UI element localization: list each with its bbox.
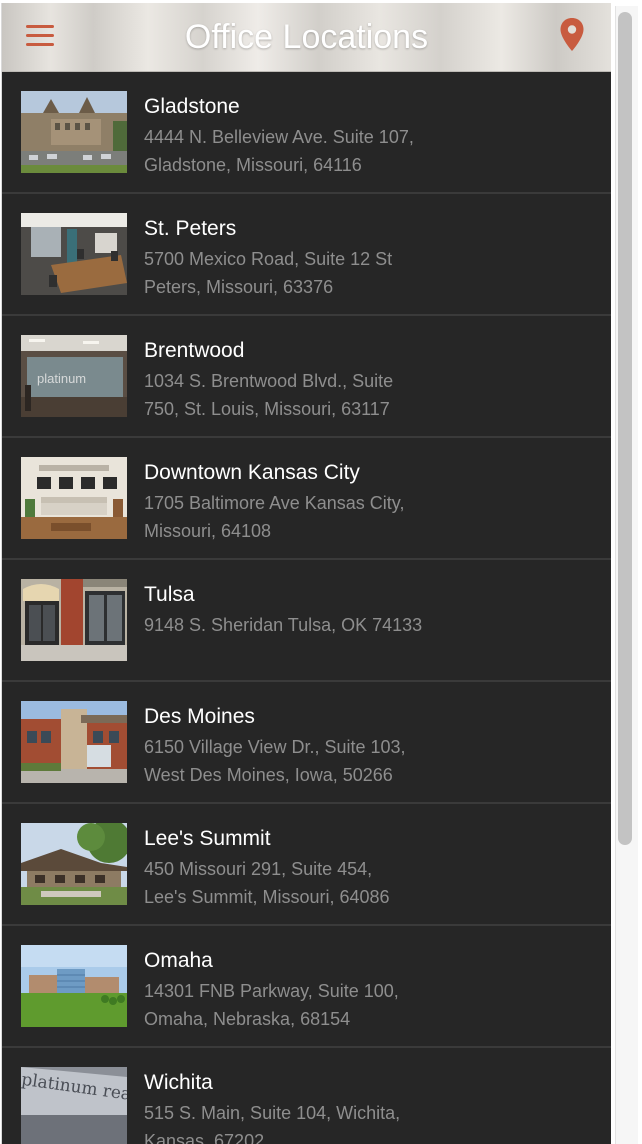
location-list-item[interactable]: platinum realty Wichita 515 S. Main, Sui… xyxy=(2,1048,611,1144)
location-photo xyxy=(21,701,127,783)
location-photo: platinum realty xyxy=(21,1067,127,1144)
location-name: Downtown Kansas City xyxy=(144,461,360,484)
address-line-1: 9148 S. Sheridan Tulsa, OK 74133 xyxy=(144,615,423,635)
location-list-item[interactable]: Lee's Summit 450 Missouri 291, Suite 454… xyxy=(2,804,611,926)
location-list: Gladstone 4444 N. Belleview Ave. Suite 1… xyxy=(2,72,611,1144)
address-line-2: Lee's Summit, Missouri, 64086 xyxy=(144,887,390,907)
location-address: 4444 N. Belleview Ave. Suite 107, Gladst… xyxy=(144,123,474,179)
location-photo xyxy=(21,91,127,173)
location-list-item[interactable]: Tulsa 9148 S. Sheridan Tulsa, OK 74133 xyxy=(2,560,611,682)
location-list-item[interactable]: platinum Brentwood 1034 S. Brentwood Blv… xyxy=(2,316,611,438)
address-line-1: 1034 S. Brentwood Blvd., Suite xyxy=(144,371,394,391)
location-name: Gladstone xyxy=(144,95,240,118)
address-line-1: 14301 FNB Parkway, Suite 100, xyxy=(144,981,399,1001)
location-address: 1705 Baltimore Ave Kansas City, Missouri… xyxy=(144,489,474,545)
scrollbar-thumb[interactable] xyxy=(618,12,632,845)
location-name: St. Peters xyxy=(144,217,237,240)
location-photo xyxy=(21,457,127,539)
location-address: 515 S. Main, Suite 104, Wichita, Kansas,… xyxy=(144,1099,474,1144)
address-line-1: 515 S. Main, Suite 104, Wichita, xyxy=(144,1103,401,1123)
location-address: 1034 S. Brentwood Blvd., Suite 750, St. … xyxy=(144,367,474,423)
address-line-1: 450 Missouri 291, Suite 454, xyxy=(144,859,373,879)
page-title: Office Locations xyxy=(184,18,429,56)
address-line-2: Kansas, 67202 xyxy=(144,1131,265,1144)
address-line-2: 750, St. Louis, Missouri, 63117 xyxy=(144,399,390,419)
location-name: Brentwood xyxy=(144,339,245,362)
location-photo xyxy=(21,945,127,1027)
location-list-item[interactable]: St. Peters 5700 Mexico Road, Suite 12 St… xyxy=(2,194,611,316)
location-photo xyxy=(21,823,127,905)
location-name: Omaha xyxy=(144,949,213,972)
address-line-2: Peters, Missouri, 63376 xyxy=(144,277,334,297)
location-list-item[interactable]: Gladstone 4444 N. Belleview Ave. Suite 1… xyxy=(2,72,611,194)
location-name: Tulsa xyxy=(144,583,195,606)
location-name: Lee's Summit xyxy=(144,827,271,850)
location-name: Wichita xyxy=(144,1071,213,1094)
address-line-1: 4444 N. Belleview Ave. Suite 107, xyxy=(144,127,414,147)
address-line-2: Gladstone, Missouri, 64116 xyxy=(144,155,362,175)
header-bar: Office Locations xyxy=(2,3,611,72)
location-address: 9148 S. Sheridan Tulsa, OK 74133 xyxy=(144,611,474,639)
address-line-1: 1705 Baltimore Ave Kansas City, xyxy=(144,493,405,513)
location-address: 14301 FNB Parkway, Suite 100, Omaha, Neb… xyxy=(144,977,474,1033)
location-photo: platinum xyxy=(21,335,127,417)
address-line-1: 6150 Village View Dr., Suite 103, xyxy=(144,737,406,757)
app-window: Office Locations Gladstone 4444 N. Belle… xyxy=(1,3,611,1144)
address-line-2: Omaha, Nebraska, 68154 xyxy=(144,1009,351,1029)
location-address: 5700 Mexico Road, Suite 12 St Peters, Mi… xyxy=(144,245,474,301)
location-list-item[interactable]: Des Moines 6150 Village View Dr., Suite … xyxy=(2,682,611,804)
location-address: 6150 Village View Dr., Suite 103, West D… xyxy=(144,733,474,789)
location-list-item[interactable]: Downtown Kansas City 1705 Baltimore Ave … xyxy=(2,438,611,560)
address-line-2: West Des Moines, Iowa, 50266 xyxy=(144,765,393,785)
location-photo xyxy=(21,579,127,661)
map-pin-icon[interactable] xyxy=(559,17,585,53)
svg-text:platinum: platinum xyxy=(37,371,86,386)
location-list-item[interactable]: Omaha 14301 FNB Parkway, Suite 100, Omah… xyxy=(2,926,611,1048)
scrollbar[interactable] xyxy=(615,6,638,1144)
location-photo xyxy=(21,213,127,295)
address-line-1: 5700 Mexico Road, Suite 12 St xyxy=(144,249,393,269)
location-name: Des Moines xyxy=(144,705,255,728)
location-address: 450 Missouri 291, Suite 454, Lee's Summi… xyxy=(144,855,474,911)
address-line-2: Missouri, 64108 xyxy=(144,521,272,541)
